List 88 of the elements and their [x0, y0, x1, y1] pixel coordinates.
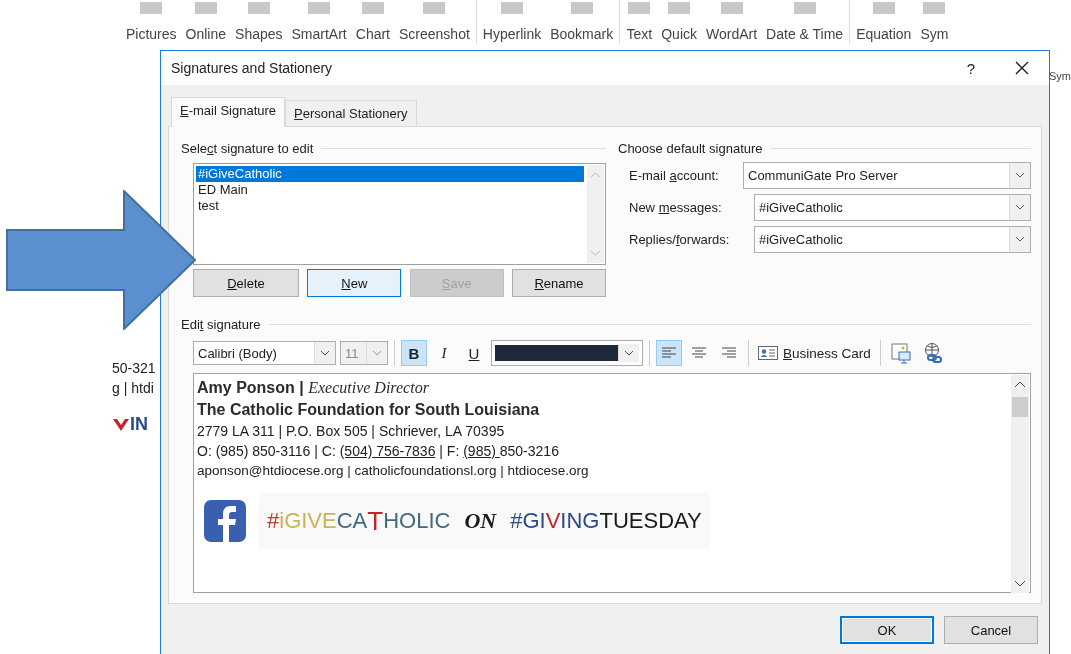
ribbon-icon: [306, 2, 333, 16]
ribbon-icon: [870, 2, 897, 16]
section-heading: Select signature to edit: [181, 140, 314, 156]
align-center-icon: [691, 347, 707, 359]
tab[interactable]: E-mail Signature: [171, 97, 286, 127]
ribbon-icon: [359, 2, 386, 16]
ribbon-button[interactable]: Sym: [920, 26, 949, 42]
ribbon-button[interactable]: Screenshot: [399, 26, 470, 42]
button[interactable]: OK: [840, 616, 934, 644]
scrollbar[interactable]: [587, 165, 604, 263]
signature-text: | F:: [438, 443, 461, 459]
field-label: Replies/forwards:: [629, 231, 731, 247]
signature-text: Amy Ponson | Executive Director: [197, 379, 429, 396]
ribbon-icon: [921, 2, 948, 16]
dropdown[interactable]: #iGiveCatholic: [754, 225, 1031, 253]
align-left-button[interactable]: [656, 340, 682, 366]
tab[interactable]: Personal Stationery: [285, 100, 417, 126]
ribbon-button[interactable]: Quick: [661, 26, 697, 42]
ribbon-button[interactable]: Bookmark: [550, 26, 614, 42]
chevron-down-icon: [624, 350, 634, 356]
button[interactable]: Cancel: [944, 616, 1038, 644]
chevron-down-icon: [1015, 236, 1025, 242]
ribbon-group-label: Sym: [1049, 70, 1071, 82]
field-label: New messages:: [629, 199, 723, 215]
ribbon-icon: [138, 2, 165, 16]
ribbon-icon: [666, 2, 693, 16]
ribbon-button[interactable]: Pictures: [126, 26, 177, 42]
insert-picture-icon[interactable]: [889, 342, 912, 364]
ribbon-icon: [626, 2, 653, 16]
ribbon-icon: [192, 2, 219, 16]
signature-editor[interactable]: [193, 373, 1031, 593]
underline-button[interactable]: U: [461, 340, 487, 366]
dropdown[interactable]: #iGiveCatholic: [754, 193, 1031, 221]
list-item[interactable]: test: [196, 198, 584, 214]
phone-link[interactable]: (985): [463, 443, 500, 459]
ribbon-button[interactable]: Date & Time: [766, 26, 844, 42]
chevron-down-icon: [320, 350, 330, 356]
bold-button[interactable]: B: [401, 340, 427, 366]
window-title: Signatures and Stationery: [171, 60, 334, 76]
list-item[interactable]: #iGiveCatholic: [196, 166, 584, 182]
card-icon: [758, 346, 778, 360]
ribbon-button[interactable]: Online: [185, 26, 227, 42]
ribbon-button[interactable]: Shapes: [235, 26, 283, 42]
ribbon-icon: [421, 2, 448, 16]
campaign-banner: #iGIVECATHOLIC ON #GIVINGTUESDAY: [259, 493, 710, 549]
ribbon-button[interactable]: Hyperlink: [482, 26, 542, 42]
section-heading: Choose default signature: [618, 140, 763, 156]
ribbon-icon: [499, 2, 525, 16]
ribbon-button[interactable]: WordArt: [706, 26, 758, 42]
signature-list[interactable]: #iGiveCatholic ED Main test: [193, 163, 606, 265]
list-item[interactable]: ED Main: [196, 182, 584, 198]
align-left-icon: [661, 347, 677, 359]
document-text: 50-321: [112, 360, 157, 376]
dropdown[interactable]: CommuniGate Pro Server: [743, 161, 1031, 189]
phone-link[interactable]: (504) 756-7836: [339, 443, 436, 459]
chevron-down-icon: [1015, 204, 1025, 210]
business-card-button[interactable]: Business Card: [755, 345, 874, 361]
ribbon-icon: [568, 2, 595, 16]
ribbon-icon: [245, 2, 272, 16]
ribbon-button[interactable]: Chart: [355, 26, 390, 42]
font-dropdown[interactable]: Calibri (Body): [193, 341, 336, 365]
facebook-icon[interactable]: [203, 499, 247, 543]
ribbon-icon: [718, 2, 745, 16]
chevron-down-icon: [1015, 172, 1025, 178]
button[interactable]: Rename: [512, 269, 606, 297]
help-button[interactable]: ?: [966, 59, 975, 77]
chevron-down-icon: [372, 350, 382, 356]
signature-text: 2779 LA 311 | P.O. Box 505 | Schriever, LA 70395: [197, 423, 505, 439]
signature-text: O: (985) 850-3116 | C:: [197, 443, 337, 459]
close-icon[interactable]: [1015, 61, 1029, 75]
button[interactable]: Delete: [193, 269, 299, 297]
field-label: E-mail account:: [629, 167, 720, 183]
italic-button[interactable]: I: [431, 340, 457, 366]
font-color-dropdown[interactable]: [491, 340, 643, 366]
logo-text: IN: [130, 414, 148, 435]
button[interactable]: New: [307, 269, 402, 297]
ribbon-button[interactable]: Text: [626, 26, 653, 42]
align-right-icon: [721, 347, 737, 359]
heart-icon: [112, 417, 130, 432]
document-text: g | htdi: [112, 380, 155, 396]
ribbon-button[interactable]: SmartArt: [291, 26, 347, 42]
scrollbar[interactable]: [1011, 375, 1029, 593]
signature-text: The Catholic Foundation for South Louisiana: [197, 401, 540, 418]
ribbon-icon: [791, 2, 818, 16]
signature-text: aponson@htdiocese.org | catholicfoundationsl.org | htdiocese.org: [197, 463, 589, 478]
section-heading: Edit signature: [181, 316, 261, 332]
ribbon-button[interactable]: Equation: [856, 26, 912, 42]
signature-text: 850-3216: [499, 443, 559, 459]
